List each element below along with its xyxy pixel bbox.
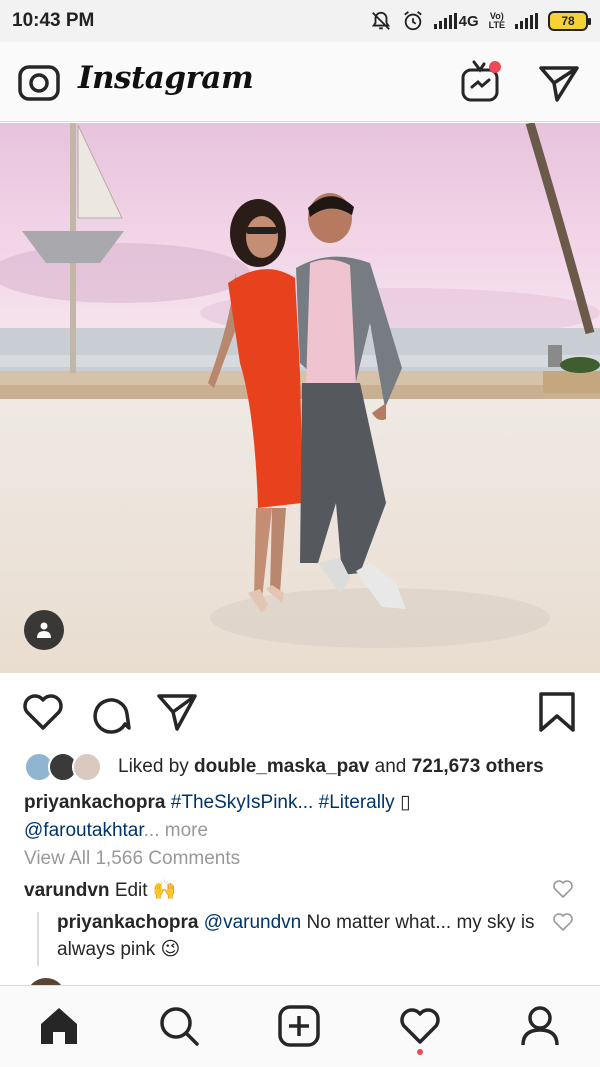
battery-icon: 78: [548, 11, 591, 31]
likes-prefix: Liked by: [118, 756, 195, 777]
direct-message-icon[interactable]: [538, 62, 580, 104]
tagged-people-button[interactable]: [24, 610, 64, 650]
caption-more-link[interactable]: more: [165, 820, 208, 841]
top-nav: Instagram: [0, 42, 600, 122]
search-icon[interactable]: [157, 1004, 201, 1048]
activity-icon[interactable]: [398, 1004, 442, 1048]
likes-row[interactable]: Liked by double_maska_pav and 721,673 ot…: [24, 752, 544, 782]
volte-indicator: Vo) LTE: [489, 12, 505, 30]
caption-hashtag[interactable]: #TheSkyIsPink...: [171, 792, 314, 813]
status-time: 10:43 PM: [12, 10, 95, 31]
signal-4g: 4G: [433, 12, 479, 30]
comment-username[interactable]: varundvn: [24, 880, 110, 901]
camera-icon[interactable]: [18, 62, 60, 102]
activity-notification-dot: [417, 1049, 423, 1055]
comment-text: Edit 🙌: [114, 880, 177, 901]
status-bar: 10:43 PM 4G Vo) LTE 78: [0, 0, 600, 42]
liker-avatars: [24, 752, 114, 782]
bottom-nav: [0, 985, 600, 1067]
avatar: [72, 752, 102, 782]
instagram-logo: Instagram: [78, 60, 254, 96]
mute-icon: [371, 11, 390, 30]
post-photo[interactable]: [0, 123, 600, 673]
comment-reply: priyankachopra @varundvn No matter what.…: [57, 909, 537, 963]
comment: varundvn Edit 🙌: [24, 877, 544, 904]
profile-icon[interactable]: [518, 1004, 562, 1048]
comment-icon[interactable]: [89, 690, 133, 734]
photo-scene: [0, 123, 600, 673]
likes-text[interactable]: Liked by double_maska_pav and 721,673 ot…: [118, 756, 544, 778]
new-post-icon[interactable]: [277, 1004, 321, 1048]
igtv-icon[interactable]: [460, 60, 502, 104]
like-heart-icon[interactable]: [21, 690, 65, 734]
caption-emoji: ▯: [399, 792, 411, 813]
likes-and: and: [369, 756, 412, 777]
home-icon[interactable]: [37, 1004, 81, 1048]
reply-username[interactable]: priyankachopra: [57, 912, 199, 933]
person-icon: [37, 622, 51, 638]
caption-hashtag[interactable]: #Literally: [319, 792, 395, 813]
volte-bottom: LTE: [488, 20, 505, 30]
signal-icon: [433, 13, 457, 29]
reply-thread-line: [37, 912, 39, 966]
status-icons: 4G Vo) LTE 78: [370, 10, 591, 32]
network-type: 4G: [458, 12, 479, 30]
caption-username[interactable]: priyankachopra: [24, 792, 166, 813]
post-actions: [0, 684, 600, 740]
battery-level: 78: [561, 14, 575, 28]
reply-like-heart-icon[interactable]: [552, 911, 574, 933]
reply-mention[interactable]: @varundvn: [204, 912, 301, 933]
share-icon[interactable]: [155, 690, 199, 734]
caption-mention[interactable]: @faroutakhtar: [24, 820, 144, 841]
bookmark-icon[interactable]: [535, 690, 579, 734]
alarm-icon: [403, 11, 422, 31]
caption-ellipsis: ...: [143, 820, 160, 841]
view-all-comments-link[interactable]: View All 1,566 Comments: [24, 848, 240, 870]
post-caption: priyankachopra #TheSkyIsPink... #Literal…: [24, 789, 584, 845]
likes-count[interactable]: 721,673 others: [412, 756, 544, 777]
comment-like-heart-icon[interactable]: [552, 878, 574, 900]
liked-by-username[interactable]: double_maska_pav: [194, 756, 369, 777]
signal-icon-2: [515, 13, 538, 29]
